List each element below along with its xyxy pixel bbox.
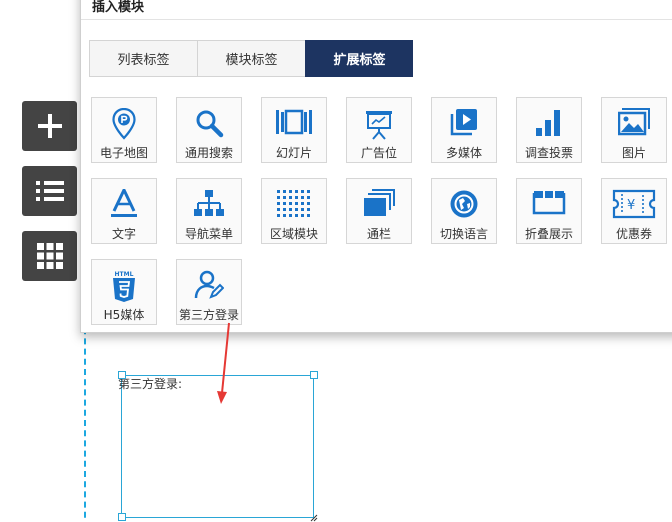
coupon-icon: ¥ [612,189,656,219]
module-label: 折叠展示 [524,227,573,241]
module-label: 通用搜索 [184,146,233,160]
module-tile-media[interactable]: 多媒体 [431,97,497,163]
list-view-button[interactable] [22,166,77,216]
tab-extended-tags[interactable]: 扩展标签 [305,40,413,77]
dialog-title: 插入模块 [92,0,145,15]
module-tile-third-party-login[interactable]: 第三方登录 [176,259,242,325]
module-label: 多媒体 [445,146,482,160]
module-tile-poll[interactable]: 调查投票 [516,97,582,163]
module-label: H5媒体 [103,308,145,322]
add-module-button[interactable] [22,101,77,151]
fold-icon [532,191,566,215]
module-label: 调查投票 [524,146,573,160]
module-label: 切换语言 [439,227,488,241]
bar-chart-icon [536,110,560,136]
module-tile-banner[interactable]: 通栏 [346,178,412,244]
editor-stage: 第三方登录: 插入模块 列表标签 模块标签 扩展标签 电子地图 通用搜索 幻灯片… [0,0,672,522]
module-tile-coupon[interactable]: ¥ 优惠券 [601,178,667,244]
module-tile-nav-menu[interactable]: 导航菜单 [176,178,242,244]
module-label: 第三方登录 [178,308,239,322]
module-tile-language[interactable]: 切换语言 [431,178,497,244]
module-label: 导航菜单 [184,227,233,241]
image-icon [618,108,650,136]
module-label: 图片 [621,146,646,160]
module-title: 第三方登录: [118,377,183,391]
user-edit-icon [194,270,224,299]
list-icon [35,181,64,201]
title-divider [81,19,672,20]
module-label: 幻灯片 [275,146,312,160]
tab-module-tags[interactable]: 模块标签 [197,40,305,77]
module-tile-map[interactable]: 电子地图 [91,97,157,163]
module-tile-search[interactable]: 通用搜索 [176,97,242,163]
grid-icon [36,243,63,269]
slideshow-icon [276,109,312,135]
resize-handle-bottom-left[interactable] [118,513,126,521]
sitemap-icon [194,190,224,216]
text-a-icon [111,189,137,217]
search-icon [196,110,224,138]
plus-icon [37,114,62,138]
module-tile-fold[interactable]: 折叠展示 [516,178,582,244]
tab-bar: 列表标签 模块标签 扩展标签 [89,40,413,77]
stacked-layers-icon [364,189,395,216]
svg-text:¥: ¥ [627,198,635,213]
tab-list-tags[interactable]: 列表标签 [89,40,197,77]
module-tile-slideshow[interactable]: 幻灯片 [261,97,327,163]
dotted-grid-icon [277,190,310,217]
module-tile-ad[interactable]: 广告位 [346,97,412,163]
svg-text:HTML: HTML [115,271,134,278]
third-party-login-module[interactable] [121,375,314,518]
resize-handle-top-right[interactable] [310,371,318,379]
module-tile-h5-media[interactable]: HTML H5媒体 [91,259,157,325]
module-label: 优惠券 [615,227,652,241]
module-tile-region[interactable]: 区域模块 [261,178,327,244]
module-label: 广告位 [360,146,397,160]
map-pin-icon [112,108,136,140]
media-play-icon [450,109,477,136]
billboard-icon [366,111,392,140]
module-tile-image[interactable]: 图片 [601,97,667,163]
insert-module-dialog: 插入模块 列表标签 模块标签 扩展标签 电子地图 通用搜索 幻灯片 广告位 多媒… [80,0,672,333]
module-label: 文字 [111,227,136,241]
globe-icon [450,190,478,218]
layout-guide-line [84,318,86,522]
module-tile-text[interactable]: 文字 [91,178,157,244]
module-label: 电子地图 [99,146,148,160]
module-label: 通栏 [366,227,391,241]
resize-grip-icon[interactable] [310,514,318,522]
html5-icon: HTML [113,271,135,302]
resize-handle-top-left[interactable] [118,371,126,379]
module-label: 区域模块 [269,227,318,241]
grid-view-button[interactable] [22,231,77,281]
